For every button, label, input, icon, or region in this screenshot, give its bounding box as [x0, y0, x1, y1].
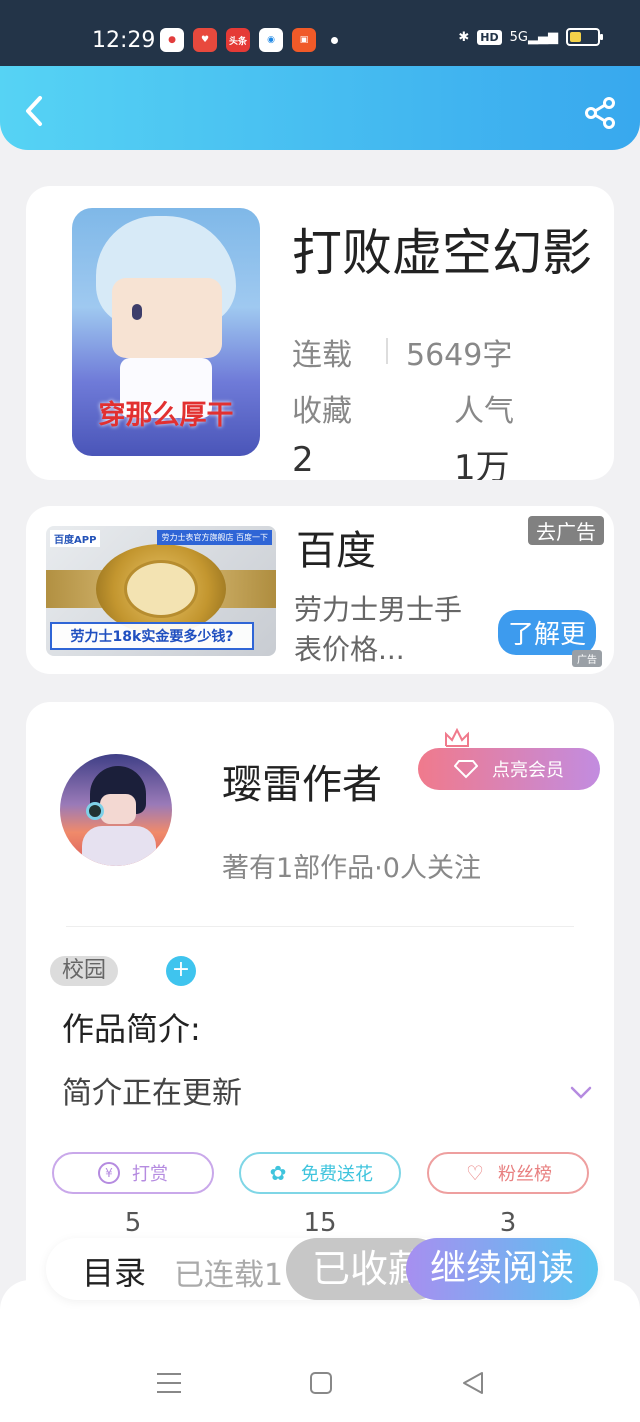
book-cover[interactable]: 穿那么厚干	[72, 208, 260, 456]
ad-source: 百度	[296, 528, 376, 574]
continue-reading-button[interactable]: 继续阅读	[406, 1238, 598, 1300]
yen-icon: ¥	[98, 1162, 120, 1184]
ad-card[interactable]: 百度APP 劳力士表官方旗舰店 百度一下 劳力士18k实金要多少钱? 百度 劳力…	[26, 506, 614, 674]
back-nav-icon[interactable]	[458, 1370, 488, 1396]
user-heart-icon: ♡	[466, 1161, 484, 1185]
favorites-value: 2	[292, 440, 314, 480]
bluetooth-icon: ✱	[458, 29, 470, 45]
flower-icon: ✿	[269, 1161, 287, 1185]
favorites-label: 收藏	[292, 394, 352, 429]
fan-count: 3	[499, 1208, 517, 1238]
book-status: 连载	[292, 338, 352, 373]
book-info-card: 穿那么厚干 打败虚空幻影 连载 5649字 收藏 人气 2 1万	[26, 186, 614, 480]
ad-description: 劳力士男士手表价格...	[294, 593, 463, 666]
toc-button[interactable]: 目录	[82, 1248, 146, 1294]
author-avatar[interactable]	[60, 754, 172, 866]
notification-icons: ● ♥ 头条 ◉ ▣	[160, 28, 338, 52]
popularity-label: 人气	[454, 394, 514, 429]
meta-divider	[386, 338, 388, 364]
genre-tag[interactable]: 校园	[50, 956, 119, 986]
diamond-icon	[454, 760, 478, 779]
ad-image-promo: 劳力士18k实金要多少钱?	[50, 622, 254, 650]
video-app-icon: ▣	[292, 28, 316, 52]
remove-ad-button[interactable]: 去广告	[528, 516, 604, 545]
bottom-action-bar: 目录 已连载1 已收藏 继续阅读	[46, 1238, 598, 1300]
tip-button[interactable]: ¥ 打赏	[52, 1152, 214, 1194]
battery-icon	[566, 28, 603, 46]
menu-nav-icon[interactable]	[154, 1370, 184, 1396]
back-icon[interactable]	[22, 94, 48, 128]
tip-count: 5	[124, 1208, 142, 1238]
fan-rank-label: 粉丝榜	[498, 1164, 552, 1185]
book-title: 打败虚空幻影	[292, 224, 592, 282]
fan-rank-button[interactable]: ♡ 粉丝榜	[427, 1152, 589, 1194]
share-icon[interactable]	[584, 96, 616, 130]
vip-label: 点亮会员	[492, 760, 564, 781]
serial-status: 已连载1	[174, 1258, 284, 1293]
status-time: 12:29	[92, 28, 156, 53]
flower-count: 15	[303, 1208, 337, 1238]
chevron-down-icon[interactable]	[570, 1086, 592, 1100]
top-header	[0, 66, 640, 150]
ad-app-tag: 百度APP	[50, 530, 101, 547]
more-notifications-icon	[331, 36, 338, 44]
home-nav-icon[interactable]	[306, 1370, 336, 1396]
baidu-app-icon: ●	[160, 28, 184, 52]
signal-icon: 5G▂▄▆	[509, 29, 558, 45]
cover-caption: 穿那么厚干	[98, 400, 234, 431]
intro-title: 作品简介:	[62, 1010, 201, 1048]
author-stats: 著有1部作品·0人关注	[222, 853, 481, 884]
heart-app-icon: ♥	[193, 28, 217, 52]
section-divider	[66, 926, 574, 927]
intro-text: 简介正在更新	[62, 1076, 242, 1111]
add-tag-button[interactable]: +	[166, 956, 196, 986]
ad-mark: 广告	[572, 650, 602, 667]
popularity-value: 1万	[454, 448, 510, 480]
vip-button[interactable]: 点亮会员	[418, 748, 600, 790]
author-name[interactable]: 璎雷作者	[222, 752, 382, 810]
crown-icon	[445, 728, 469, 747]
ad-image-banner: 劳力士表官方旗舰店 百度一下	[157, 530, 272, 545]
send-flower-button[interactable]: ✿ 免费送花	[239, 1152, 401, 1194]
ad-image[interactable]: 百度APP 劳力士表官方旗舰店 百度一下 劳力士18k实金要多少钱?	[46, 526, 276, 656]
send-flower-label: 免费送花	[301, 1164, 373, 1185]
system-status: ✱ HD 5G▂▄▆	[458, 28, 603, 46]
ad-cta-button[interactable]: 了解更	[497, 610, 596, 655]
toutiao-app-icon: 头条	[226, 28, 250, 52]
hd-icon: HD	[477, 29, 502, 45]
tip-label: 打赏	[132, 1164, 168, 1185]
word-count: 5649字	[406, 338, 513, 373]
browser-app-icon: ◉	[259, 28, 283, 52]
system-nav-bar	[0, 1280, 640, 1422]
